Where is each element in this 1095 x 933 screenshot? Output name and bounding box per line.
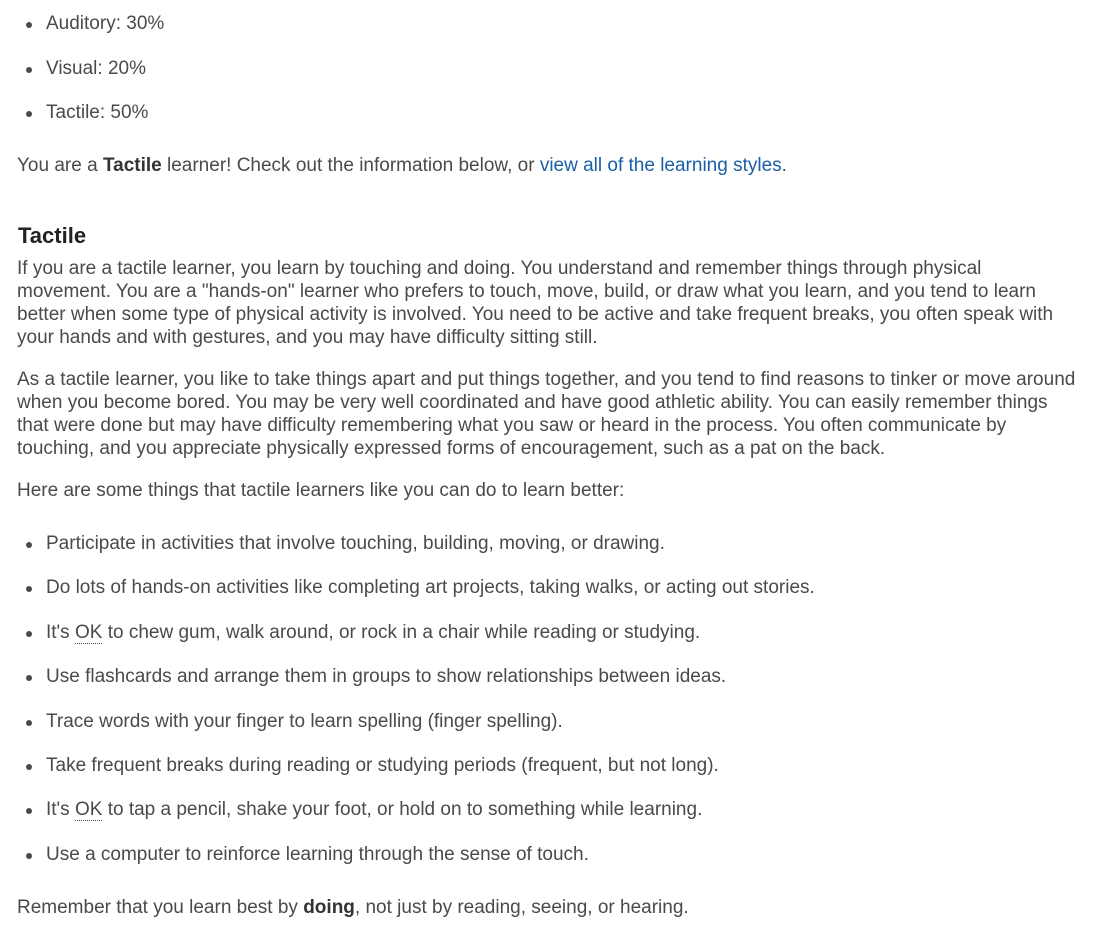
closing-suffix: , not just by reading, seeing, or hearin… (354, 897, 689, 918)
closing-bold: doing (303, 897, 355, 918)
tip-item: Trace words with your finger to learn sp… (17, 711, 815, 733)
tip-item: It's OK to tap a pencil, shake your foot… (17, 799, 815, 822)
tips-list: Participate in activities that involve t… (17, 533, 815, 866)
closing-statement: Remember that you learn best by doing, n… (17, 897, 689, 919)
description-paragraph-2: As a tactile learner, you like to take t… (17, 369, 1076, 459)
score-visual: Visual: 20% (17, 58, 164, 80)
tip-item: Take frequent breaks during reading or s… (17, 755, 815, 777)
tip-item: Use flashcards and arrange them in group… (17, 666, 815, 688)
closing-prefix: Remember that you learn best by (17, 897, 304, 918)
section-heading: Tactile (18, 223, 87, 248)
score-auditory: Auditory: 30% (17, 13, 164, 35)
score-tactile: Tactile: 50% (17, 102, 164, 124)
view-all-styles-link[interactable]: view all of the learning styles (540, 155, 782, 176)
tip-item: Use a computer to reinforce learning thr… (17, 844, 815, 866)
result-prefix: You are a (17, 155, 103, 176)
ok-abbreviation: OK (74, 621, 103, 644)
score-list: Auditory: 30% Visual: 20% Tactile: 50% (17, 13, 164, 124)
tip-item: Participate in activities that involve t… (17, 533, 815, 555)
tip-text: It's (46, 621, 75, 643)
tip-item: It's OK to chew gum, walk around, or roc… (17, 621, 815, 644)
result-statement: You are a Tactile learner! Check out the… (17, 155, 787, 177)
result-middle: learner! Check out the information below… (161, 155, 540, 176)
tip-item: Do lots of hands-on activities like comp… (17, 577, 815, 599)
tip-text: It's (46, 799, 75, 821)
tip-text: to tap a pencil, shake your foot, or hol… (102, 799, 703, 821)
result-style: Tactile (102, 155, 162, 176)
tip-text: to chew gum, walk around, or rock in a c… (102, 621, 701, 643)
description-paragraph-1: If you are a tactile learner, you learn … (17, 258, 1054, 348)
result-suffix: . (781, 155, 787, 176)
ok-abbreviation: OK (74, 799, 103, 822)
tips-intro: Here are some things that tactile learne… (17, 480, 625, 501)
